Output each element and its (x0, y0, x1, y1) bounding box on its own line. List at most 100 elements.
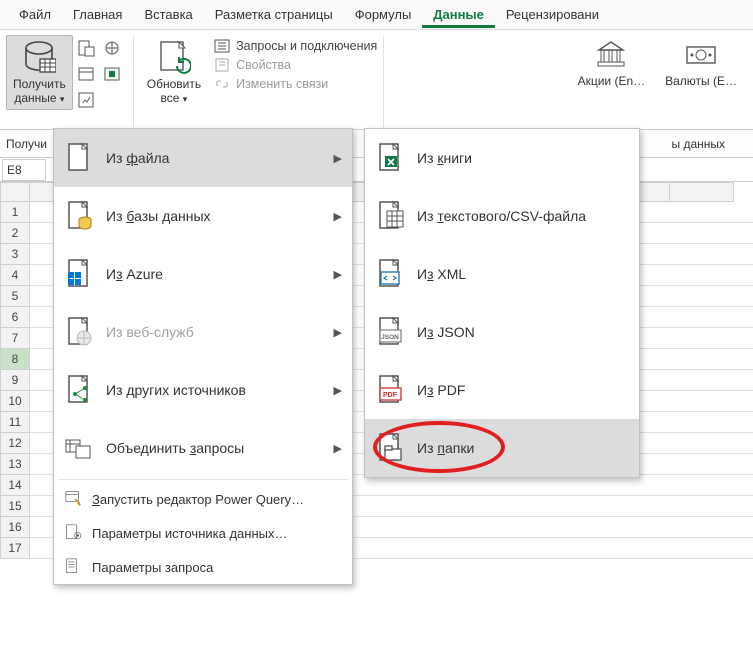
menu-item-label: Из базы данных (106, 208, 334, 224)
chevron-right-icon: ▶ (334, 210, 342, 223)
row-header[interactable]: 14 (0, 475, 30, 496)
web-icon (64, 316, 96, 348)
properties-label: Свойства (236, 58, 291, 72)
column-header[interactable] (670, 182, 734, 202)
edit-links-label: Изменить связи (236, 77, 328, 91)
queries-conn-label: Запросы и подключения (236, 39, 377, 53)
qopt-icon (64, 557, 84, 577)
group-label-left: Получи (0, 137, 47, 151)
row-header[interactable]: 12 (0, 433, 30, 454)
menu-item[interactable]: Из базы данных▶ (54, 187, 352, 245)
mini-icon[interactable] (75, 37, 97, 59)
tab-strip: ФайлГлавнаяВставкаРазметка страницыФорму… (0, 0, 753, 30)
mini-icon[interactable] (75, 89, 97, 111)
menu-item[interactable]: Из папки (365, 419, 639, 477)
row-header[interactable]: 11 (0, 412, 30, 433)
chevron-right-icon: ▶ (334, 152, 342, 165)
menu-item[interactable]: Параметры запроса (54, 550, 352, 584)
menu-item-label: Из PDF (417, 382, 629, 398)
menu-item[interactable]: Параметры источника данных… (54, 516, 352, 550)
refresh-all-label: Обновитьвсе (147, 77, 201, 105)
file-icon (64, 142, 96, 174)
row-header[interactable]: 16 (0, 517, 30, 538)
mini-icon[interactable] (75, 63, 97, 85)
stocks-button[interactable]: Акции (En… (568, 35, 656, 91)
tab-3[interactable]: Разметка страницы (204, 1, 344, 28)
menu-item[interactable]: Из файла▶ (54, 129, 352, 187)
row-header[interactable]: 10 (0, 391, 30, 412)
refresh-all-button[interactable]: Обновитьвсе ▾ (140, 35, 208, 110)
row-header[interactable]: 2 (0, 223, 30, 244)
folder-icon (375, 432, 407, 464)
name-box[interactable]: E8 (2, 159, 46, 181)
chevron-right-icon: ▶ (334, 268, 342, 281)
menu-item[interactable]: JSON Из JSON (365, 303, 639, 361)
tab-4[interactable]: Формулы (344, 1, 423, 28)
get-data-mini-icons (73, 35, 127, 115)
row-header[interactable]: 15 (0, 496, 30, 517)
currency-icon (683, 38, 719, 70)
tab-2[interactable]: Вставка (133, 1, 203, 28)
link-icon (214, 76, 230, 92)
row-header[interactable]: 6 (0, 307, 30, 328)
tab-5[interactable]: Данные (422, 1, 495, 28)
menu-item-label: Из Azure (106, 266, 334, 282)
tab-1[interactable]: Главная (62, 1, 133, 28)
row-header[interactable]: 3 (0, 244, 30, 265)
menu-item-label: Из веб-служб (106, 324, 334, 340)
menu-item-label: Из JSON (417, 324, 629, 340)
get-data-button[interactable]: Получитьданные ▾ (6, 35, 73, 110)
menu-item-label: Объединить запросы (106, 440, 334, 456)
menu-item-label: Из текстового/CSV-файла (417, 208, 629, 224)
menu-item[interactable]: PDFИз PDF (365, 361, 639, 419)
tab-6[interactable]: Рецензировани (495, 1, 610, 28)
menu-item-label: Параметры запроса (92, 560, 342, 575)
queries-connections-button[interactable]: Запросы и подключения (214, 38, 377, 54)
currencies-label: Валюты (E… (665, 74, 737, 88)
currencies-button[interactable]: Валюты (E… (655, 35, 747, 91)
menu-item-label: Из книги (417, 150, 629, 166)
menu-item[interactable]: Из книги (365, 129, 639, 187)
row-header[interactable]: 9 (0, 370, 30, 391)
menu-item-label: Из файла (106, 150, 334, 166)
svg-text:JSON: JSON (381, 334, 399, 341)
db-icon (64, 200, 96, 232)
json-icon: JSON (375, 316, 407, 348)
row-header[interactable]: 7 (0, 328, 30, 349)
bank-icon (593, 38, 629, 70)
group-label-right: ы данных (671, 137, 725, 151)
row-header[interactable]: 4 (0, 265, 30, 286)
chevron-right-icon: ▶ (334, 384, 342, 397)
menu-item-label: Параметры источника данных… (92, 526, 342, 541)
row-header[interactable]: 1 (0, 202, 30, 223)
row-header[interactable]: 17 (0, 538, 30, 559)
row-header[interactable]: 8 (0, 349, 30, 370)
pq-icon (64, 489, 84, 509)
row-header[interactable]: 5 (0, 286, 30, 307)
csv-icon (375, 200, 407, 232)
combine-icon (64, 432, 96, 464)
tab-0[interactable]: Файл (8, 1, 62, 28)
chevron-right-icon: ▶ (334, 442, 342, 455)
edit-links-button: Изменить связи (214, 76, 377, 92)
menu-item[interactable]: Запустить редактор Power Query… (54, 482, 352, 516)
xlsx-icon (375, 142, 407, 174)
mini-icon[interactable] (101, 63, 123, 85)
menu-item[interactable]: Из других источников▶ (54, 361, 352, 419)
other-icon (64, 374, 96, 406)
row-header[interactable]: 13 (0, 454, 30, 475)
ribbon: Получитьданные ▾ Обновитьвсе ▾ Запросы и… (0, 30, 753, 130)
stocks-label: Акции (En… (578, 74, 646, 88)
get-data-label: Получитьданные (13, 77, 66, 105)
azure-icon (64, 258, 96, 290)
menu-item[interactable]: Из XML (365, 245, 639, 303)
menu-item[interactable]: Из текстового/CSV-файла (365, 187, 639, 245)
from-file-submenu: Из книгиИз текстового/CSV-файлаИз XMLJSO… (364, 128, 640, 478)
properties-button: Свойства (214, 57, 377, 73)
xml-icon (375, 258, 407, 290)
mini-icon[interactable] (101, 37, 123, 59)
menu-item-label: Запустить редактор Power Query… (92, 492, 342, 507)
database-icon (22, 39, 56, 75)
menu-item[interactable]: Из Azure▶ (54, 245, 352, 303)
menu-item[interactable]: Объединить запросы▶ (54, 419, 352, 477)
